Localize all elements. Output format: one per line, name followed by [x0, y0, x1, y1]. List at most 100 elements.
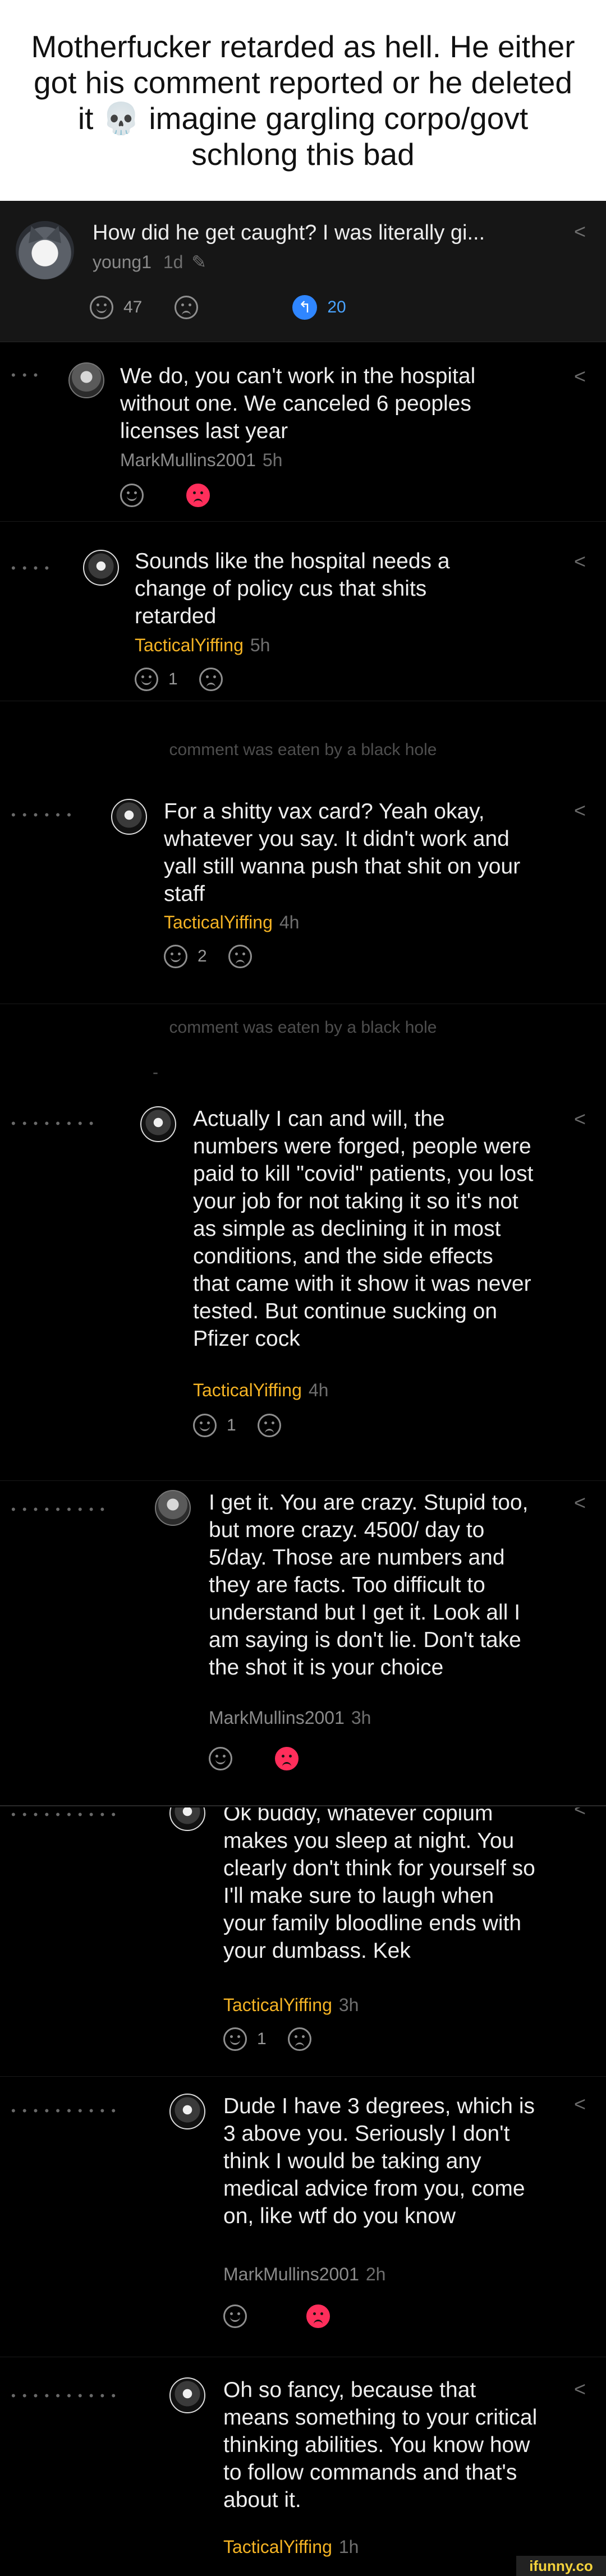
frown-icon[interactable] — [186, 484, 210, 507]
comment-meta: MarkMullins2001 2h — [223, 2264, 385, 2285]
comment-meta: TacticalYiffing 1h — [223, 2537, 359, 2557]
thread-depth-dots: • • • • • • • • • • — [11, 2389, 118, 2403]
comment-item: • • • • • • For a shitty vax card? Yeah … — [0, 780, 606, 1004]
share-icon[interactable]: < — [574, 220, 586, 243]
thread-depth-dots: • • • • — [11, 561, 51, 575]
thread-depth-dots: • • • • • • • • — [11, 1116, 95, 1130]
comment-meta: TacticalYiffing 4h — [164, 912, 299, 933]
smile-icon[interactable] — [223, 2027, 247, 2051]
comment-age: 4h — [279, 912, 300, 932]
post-author-avatar[interactable] — [16, 221, 74, 279]
thread-depth-dots: • • • • • • • • • • — [11, 2104, 118, 2118]
post-header: How did he get caught? I was literally g… — [0, 201, 606, 342]
frown-icon[interactable] — [275, 1747, 299, 1770]
comment-text: Sounds like the hospital needs a change … — [135, 549, 450, 628]
share-icon[interactable]: < — [574, 1807, 586, 1821]
comment-username[interactable]: MarkMullins2001 — [120, 450, 256, 470]
post-meta: young1 1d ✎ — [93, 251, 206, 273]
thread-depth-dots: • • • • • • • • • • — [11, 1807, 118, 1821]
comment-username[interactable]: TacticalYiffing — [164, 912, 273, 932]
share-icon[interactable]: < — [574, 1107, 586, 1131]
comment-meta: TacticalYiffing 3h — [223, 1995, 359, 2016]
comment-like-count: 1 — [168, 670, 178, 688]
comment-item: • • • • Sounds like the hospital needs a… — [0, 522, 606, 701]
thread-depth-dots: • • • • • • — [11, 808, 73, 822]
divider-dash: - — [153, 1063, 158, 1082]
comment-actions: 1 — [193, 1414, 281, 1437]
comment-meta: TacticalYiffing 4h — [193, 1380, 328, 1401]
comment-text: We do, you can't work in the hospital wi… — [120, 364, 476, 443]
comment-username[interactable]: TacticalYiffing — [223, 2537, 332, 2557]
comment-meta: TacticalYiffing 5h — [135, 635, 270, 656]
comment-meta: MarkMullins2001 5h — [120, 450, 282, 471]
share-icon[interactable]: < — [574, 799, 586, 822]
comment-like-count: 2 — [198, 947, 207, 965]
smile-icon[interactable] — [193, 1414, 217, 1437]
smile-icon[interactable] — [164, 945, 187, 968]
smile-icon[interactable] — [223, 2304, 247, 2328]
comment-text: For a shitty vax card? Yeah okay, whatev… — [164, 799, 521, 906]
avatar[interactable] — [111, 799, 147, 835]
comment-meta: MarkMullins2001 3h — [209, 1708, 371, 1728]
comment-item: • • • • • • • • Actually I can and will,… — [0, 1088, 606, 1481]
post-username[interactable]: young1 — [93, 252, 152, 272]
share-icon[interactable]: < — [574, 365, 586, 388]
comment-item: • • • • • • • • • • Oh so fancy, because… — [0, 2357, 606, 2576]
thread-depth-dots: • • • — [11, 368, 40, 382]
comment-age: 5h — [262, 450, 283, 470]
comment-username[interactable]: TacticalYiffing — [223, 1995, 332, 2015]
comment-actions — [120, 484, 210, 507]
smile-icon[interactable] — [135, 668, 158, 691]
comment-actions: 2 — [164, 945, 252, 968]
avatar[interactable] — [68, 362, 104, 398]
avatar[interactable] — [169, 1807, 205, 1831]
smile-icon[interactable] — [209, 1747, 232, 1770]
avatar[interactable] — [140, 1106, 176, 1142]
comment-age: 2h — [365, 2264, 386, 2284]
avatar[interactable] — [83, 550, 119, 586]
deleted-comment-notice: comment was eaten by a black hole — [169, 1018, 437, 1037]
frown-icon[interactable] — [257, 1414, 281, 1437]
comment-item: • • • • • • • • • I get it. You are craz… — [0, 1481, 606, 1806]
comment-age: 3h — [351, 1708, 371, 1728]
frown-icon[interactable] — [306, 2304, 330, 2328]
frown-icon[interactable] — [228, 945, 252, 968]
ifunny-watermark: ifunny.co — [516, 2556, 606, 2576]
avatar[interactable] — [155, 1490, 191, 1526]
frown-icon[interactable] — [287, 2027, 311, 2051]
deleted-comment-notice: comment was eaten by a black hole — [169, 740, 437, 759]
smile-icon[interactable] — [90, 296, 113, 319]
comment-username[interactable]: MarkMullins2001 — [223, 2264, 359, 2284]
caption-text: Motherfucker retarded as hell. He either… — [31, 29, 575, 172]
post-like-count: 47 — [123, 298, 143, 316]
comment-like-count: 1 — [257, 2030, 267, 2048]
frown-icon[interactable] — [199, 668, 223, 691]
post-age: 1d — [163, 252, 183, 272]
share-icon[interactable]: < — [574, 550, 586, 573]
smile-icon[interactable] — [120, 484, 144, 507]
share-icon[interactable]: < — [574, 1491, 586, 1515]
post-title[interactable]: How did he get caught? I was literally g… — [93, 221, 485, 245]
comment-like-count: 1 — [227, 1416, 236, 1434]
comment-text: Ok buddy, whatever copium makes you slee… — [223, 1807, 535, 1963]
comment-actions: 1 — [223, 2027, 311, 2051]
comment-text: Dude I have 3 degrees, which is 3 above … — [223, 2094, 535, 2228]
frown-icon[interactable] — [175, 296, 199, 319]
comment-age: 5h — [250, 635, 270, 655]
post-actions: 47 ↰ 20 — [90, 295, 346, 320]
comment-item: • • • We do, you can't work in the hospi… — [0, 342, 606, 522]
reply-icon[interactable]: ↰ — [292, 295, 318, 320]
meme-caption: Motherfucker retarded as hell. He either… — [0, 0, 606, 201]
comment-actions — [209, 1747, 299, 1770]
comment-age: 1h — [338, 2537, 359, 2557]
comment-item: • • • • • • • • • • Ok buddy, whatever c… — [0, 1807, 606, 2077]
comment-text: Oh so fancy, because that means somethin… — [223, 2378, 538, 2512]
avatar[interactable] — [169, 2377, 205, 2413]
comment-username[interactable]: MarkMullins2001 — [209, 1708, 345, 1728]
comment-item: • • • • • • • • • • Dude I have 3 degree… — [0, 2077, 606, 2357]
comment-username[interactable]: TacticalYiffing — [135, 635, 244, 655]
share-icon[interactable]: < — [574, 2092, 586, 2116]
avatar[interactable] — [169, 2094, 205, 2129]
share-icon[interactable]: < — [574, 2377, 586, 2401]
comment-username[interactable]: TacticalYiffing — [193, 1380, 302, 1400]
